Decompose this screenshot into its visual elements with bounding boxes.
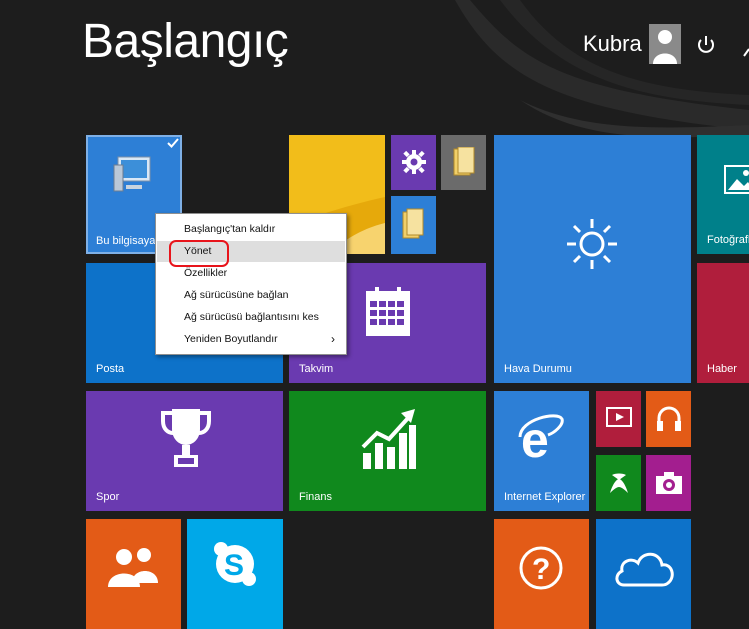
cloud-icon [615, 552, 674, 587]
menu-item-label: Ağ sürücüsüne bağlan [184, 289, 289, 301]
menu-item-resize[interactable]: Yeniden Boyutlandır › [157, 329, 345, 350]
computer-icon [113, 156, 151, 192]
camera-icon [656, 472, 682, 494]
tile-label: Hava Durumu [504, 363, 572, 375]
tile-label: Takvim [299, 363, 334, 375]
page-title: Başlangıç [82, 15, 289, 68]
tile-finance[interactable]: Finans [289, 391, 486, 511]
folder-icon [453, 147, 475, 176]
tile-video[interactable] [596, 391, 641, 447]
photo-icon [724, 165, 749, 194]
menu-item-label: Ağ sürücüsü bağlantısını kes [184, 311, 319, 323]
tile-news[interactable]: Haber [697, 263, 749, 383]
tile-games[interactable] [596, 455, 641, 511]
tile-file-explorer[interactable] [391, 196, 436, 254]
menu-item-label: Yeniden Boyutlandır [184, 333, 278, 345]
search-icon[interactable] [740, 36, 749, 58]
skype-icon: S [214, 542, 256, 586]
folder-icon [402, 208, 424, 239]
tile-label: Fotoğrafla [707, 234, 749, 246]
tile-label: Posta [96, 363, 125, 375]
ie-icon: e [518, 413, 564, 463]
tile-label: Internet Explorer [504, 491, 586, 503]
tile-explorer-grey[interactable] [441, 135, 486, 190]
sun-icon [567, 219, 617, 269]
menu-item-label: Özellikler [184, 267, 228, 279]
tile-settings[interactable] [391, 135, 436, 190]
tile-label: Bu bilgisayar [96, 235, 159, 247]
checkmark-icon [167, 138, 179, 148]
tile-onedrive[interactable] [596, 519, 691, 629]
tile-photos[interactable]: Fotoğrafla [697, 135, 749, 254]
svg-text:S: S [224, 549, 244, 582]
help-icon: ? [519, 546, 563, 590]
menu-item-label: Başlangıç'tan kaldır [184, 223, 276, 235]
context-menu: Başlangıç'tan kaldır Yönet Özellikler Ağ… [155, 213, 347, 355]
tile-help[interactable]: ? [494, 519, 589, 629]
tile-music[interactable] [646, 391, 691, 447]
headphones-icon [657, 406, 681, 431]
tile-label: Spor [96, 491, 120, 503]
tile-label: Finans [299, 491, 333, 503]
submenu-arrow-icon: › [331, 332, 335, 346]
menu-item-map-network-drive[interactable]: Ağ sürücüsüne bağlan [157, 285, 345, 306]
tile-internet-explorer[interactable]: e Internet Explorer [494, 391, 589, 511]
video-icon [606, 407, 632, 427]
tile-sports[interactable]: Spor [86, 391, 283, 511]
gear-icon [402, 150, 426, 174]
tile-people[interactable] [86, 519, 181, 629]
people-icon [108, 548, 158, 587]
xbox-icon [610, 473, 628, 493]
trophy-icon [161, 409, 211, 467]
avatar[interactable] [648, 24, 681, 64]
user-name: Kubra [583, 31, 642, 56]
menu-item-disconnect-network-drive[interactable]: Ağ sürücüsü bağlantısını kes [157, 307, 345, 328]
power-icon[interactable] [694, 33, 718, 57]
chart-up-icon [361, 409, 416, 469]
tile-weather[interactable]: Hava Durumu [494, 135, 691, 383]
tile-label: Haber [707, 363, 737, 375]
menu-item-unpin[interactable]: Başlangıç'tan kaldır [157, 219, 345, 240]
user-account[interactable]: Kubra [583, 24, 681, 64]
tile-skype[interactable]: S [187, 519, 283, 629]
tile-camera[interactable] [646, 455, 691, 511]
highlight-annotation [169, 240, 229, 267]
svg-text:?: ? [532, 553, 550, 586]
calendar-icon [366, 287, 410, 336]
user-silhouette-icon [652, 30, 677, 64]
